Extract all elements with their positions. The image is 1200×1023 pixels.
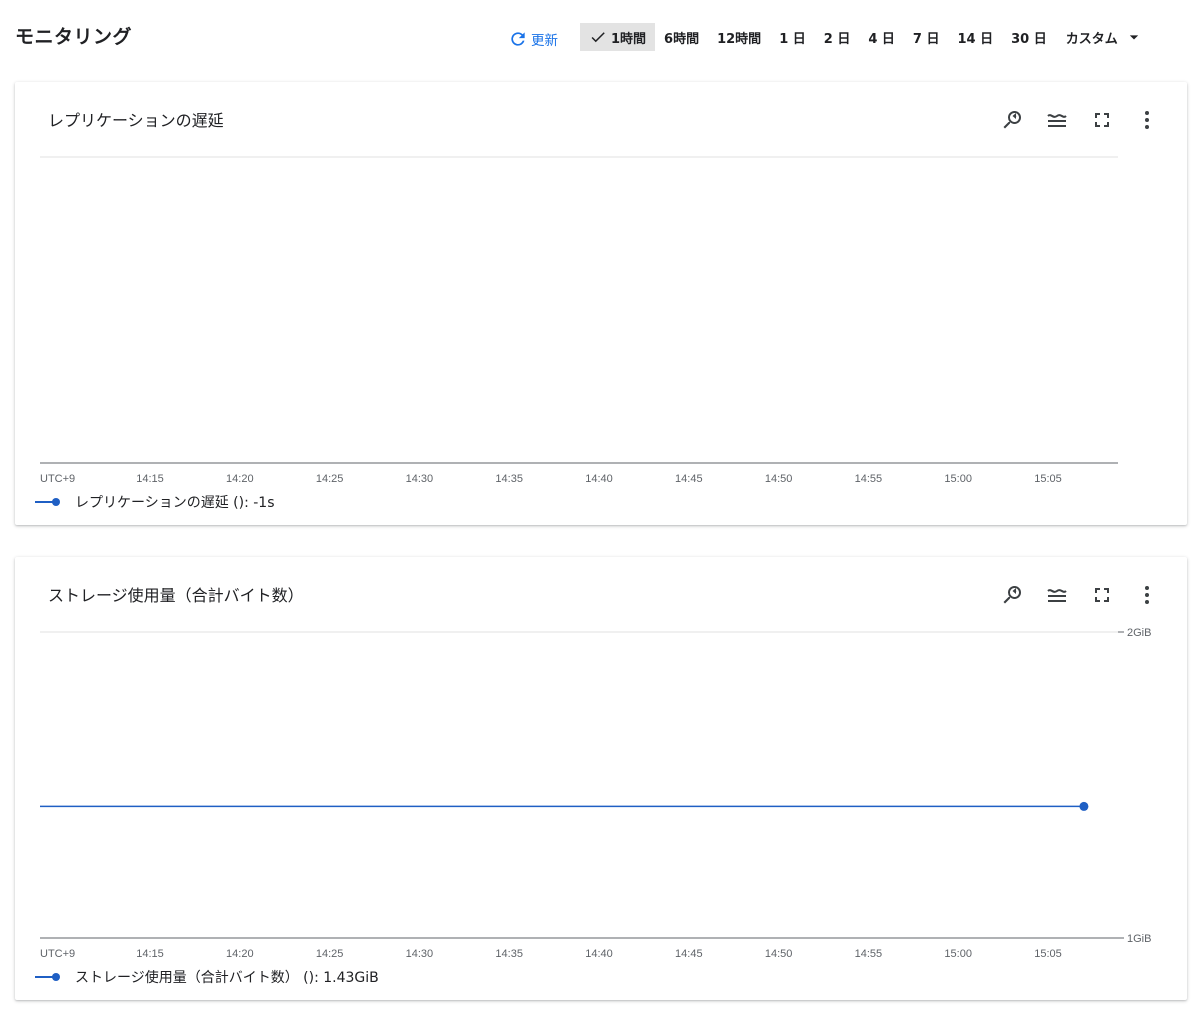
x-tick-label: 14:30 <box>406 473 434 485</box>
page-title: モニタリング <box>15 26 133 48</box>
refresh-label: 更新 <box>531 33 558 49</box>
replication-lag-chart: UTC+9 14:15 14:20 14:25 14:30 14:35 14:40 14:45… <box>40 156 1118 485</box>
x-tick-label: 14:55 <box>855 948 883 960</box>
storage-usage-chart: UTC+9 14:15 14:20 14:25 14:30 14:35 14:40 14:45… <box>40 627 1151 960</box>
x-tick-label: 14:30 <box>406 948 434 960</box>
x-tick-label: 15:05 <box>1034 948 1062 960</box>
time-range-label: 30 日 <box>1011 31 1047 47</box>
legend-swatch <box>35 498 60 506</box>
time-range-label: 1 日 <box>779 31 806 47</box>
time-range-6[interactable]: 7 日 <box>904 23 949 51</box>
time-range-label: 14 日 <box>957 31 994 47</box>
legend-label: レプリケーションの遅延 (): -1s <box>75 495 275 511</box>
refresh-button[interactable]: 更新 <box>508 25 558 49</box>
x-tick-label: 14:50 <box>765 473 793 485</box>
legend-label: ストレージ使用量（合計バイト数） (): 1.43GiB <box>75 970 379 986</box>
time-range-toolbar: 更新 1時間 6時間 12時間 1 日 2 日 4 日 7 日 14 日 30 日 カスタム <box>508 23 1144 51</box>
custom-range-label: カスタム <box>1065 31 1118 47</box>
chart-legend: レプリケーションの遅延 (): -1s <box>35 492 275 512</box>
time-range-label: 4 日 <box>868 31 895 47</box>
time-range-8[interactable]: 30 日 <box>1002 23 1056 51</box>
time-range-label: 12時間 <box>717 31 762 47</box>
time-range-label: 6時間 <box>664 31 700 47</box>
refresh-icon <box>508 29 528 49</box>
x-tick-label: 14:45 <box>675 948 703 960</box>
time-range-0[interactable]: 1時間 <box>580 23 656 51</box>
x-tick-label: 14:25 <box>316 948 344 960</box>
x-tick-label: 15:05 <box>1034 473 1062 485</box>
time-range-2[interactable]: 12時間 <box>708 23 770 51</box>
legend-swatch <box>35 973 60 981</box>
time-range-label: 2 日 <box>823 31 851 47</box>
chart-card-replication-lag: レプリケーションの遅延 UTC+9 14:15 14:20 14:25 14:30 14:… <box>15 82 1187 525</box>
chart-legend: ストレージ使用量（合計バイト数） (): 1.43GiB <box>35 967 379 987</box>
x-tick-label: 15:00 <box>944 948 972 960</box>
x-tick-label: 14:40 <box>585 948 613 960</box>
x-tick-label: 15:00 <box>944 473 972 485</box>
x-tick-label: 14:20 <box>226 473 254 485</box>
custom-range-dropdown[interactable]: カスタム <box>1056 27 1144 47</box>
x-tick-label: 14:20 <box>226 948 254 960</box>
y-tick-label: 1GiB <box>1127 933 1151 945</box>
time-range-7[interactable]: 14 日 <box>949 23 1003 51</box>
y-tick-label: 2GiB <box>1127 627 1151 639</box>
x-tick-label: 14:15 <box>136 473 164 485</box>
time-range-4[interactable]: 2 日 <box>815 23 860 51</box>
x-tick-label: 14:40 <box>585 473 613 485</box>
x-tick-label: 14:35 <box>495 473 523 485</box>
x-tick-label: UTC+9 <box>40 948 75 960</box>
chart-card-storage-usage: ストレージ使用量（合計バイト数） UTC+9 14:15 14:20 14:25 14:… <box>15 557 1187 1000</box>
x-tick-label: 14:55 <box>855 473 883 485</box>
time-range-label: 1時間 <box>611 31 647 47</box>
x-tick-label: 14:50 <box>765 948 793 960</box>
time-range-1[interactable]: 6時間 <box>655 23 708 51</box>
x-tick-label: 14:45 <box>675 473 703 485</box>
series-end-point <box>1079 801 1089 811</box>
time-range-3[interactable]: 1 日 <box>770 23 815 51</box>
x-tick-label: 14:35 <box>495 948 523 960</box>
x-tick-label: 14:15 <box>136 948 164 960</box>
check-icon <box>589 28 607 46</box>
caret-down-icon <box>1124 27 1144 47</box>
x-tick-label: UTC+9 <box>40 473 75 485</box>
time-range-label: 7 日 <box>912 31 940 47</box>
x-tick-label: 14:25 <box>316 473 344 485</box>
time-range-5[interactable]: 4 日 <box>859 23 904 51</box>
